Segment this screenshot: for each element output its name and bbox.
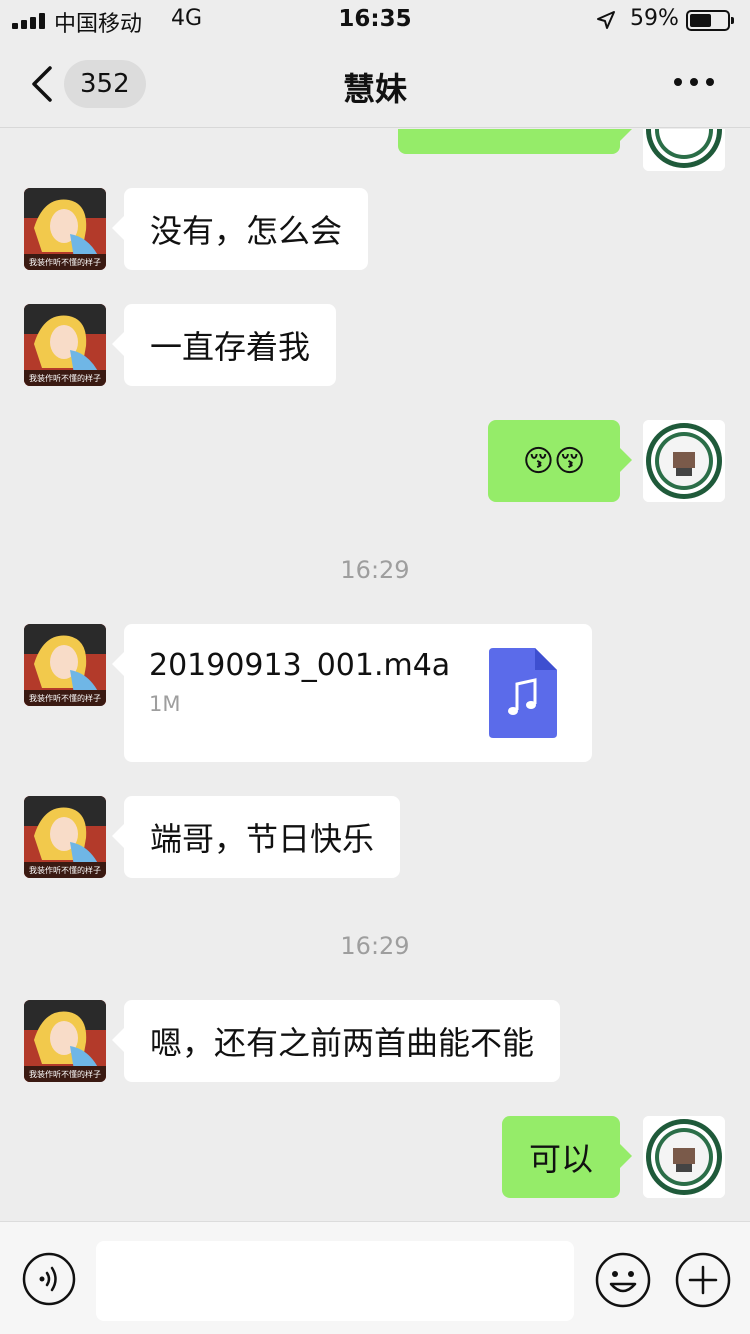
own-avatar[interactable] [643, 1116, 725, 1198]
own-avatar[interactable] [643, 129, 725, 171]
contact-avatar[interactable]: 我装作听不懂的样子 [24, 796, 106, 878]
contact-avatar[interactable]: 我装作听不懂的样子 [24, 1000, 106, 1082]
chat-header: 352 慧妹 [0, 40, 750, 128]
message-emoji-text: 😚😚 [522, 443, 586, 479]
avatar-caption: 我装作听不懂的样子 [29, 693, 101, 703]
emoji-icon[interactable] [595, 1252, 651, 1308]
file-name: 20190913_001.m4a [149, 648, 451, 683]
incoming-message-bubble[interactable]: 嗯，还有之前两首曲能不能 [111, 1000, 561, 1082]
chat-input-bar [0, 1221, 750, 1334]
location-arrow-icon [597, 11, 615, 29]
incoming-message-bubble[interactable]: 一直存着我 [111, 304, 337, 386]
contact-avatar[interactable]: 我装作听不懂的样子 [24, 624, 106, 706]
battery-percent: 59% [630, 6, 679, 31]
message-text: 没有，怎么会 [150, 212, 343, 250]
contact-avatar[interactable]: 我装作听不懂的样子 [24, 304, 106, 386]
audio-file-icon [489, 648, 557, 738]
avatar-caption: 我装作听不懂的样子 [29, 373, 101, 383]
message-text: 嗯，还有之前两首曲能不能 [150, 1024, 535, 1062]
outgoing-message-bubble[interactable]: 可以 [502, 1116, 632, 1198]
avatar-caption: 我装作听不懂的样子 [29, 257, 101, 267]
outgoing-message-bubble[interactable]: 😚😚 [488, 420, 632, 502]
file-message-card[interactable]: 20190913_001.m4a 1M [112, 624, 592, 762]
avatar-caption: 我装作听不懂的样子 [29, 865, 101, 875]
avatar-caption: 我装作听不懂的样子 [29, 1069, 101, 1079]
message-text: 端哥，节日快乐 [150, 820, 375, 858]
own-avatar[interactable] [643, 420, 725, 502]
chat-title: 慧妹 [342, 70, 407, 108]
voice-icon[interactable] [22, 1252, 76, 1306]
status-bar: 中国移动 4G 16:35 59% [0, 0, 750, 40]
message-timestamp: 16:29 [340, 932, 410, 960]
contact-avatar[interactable]: 我装作听不懂的样子 [24, 188, 106, 270]
incoming-message-bubble[interactable]: 端哥，节日快乐 [111, 796, 401, 878]
message-text: 可以 [528, 1140, 593, 1178]
message-list[interactable]: 我装作听不懂的样子 没有，怎么会 我装作听不懂的样子 一直存着我 😚😚 16:2… [0, 129, 750, 1221]
message-text: 一直存着我 [150, 328, 311, 366]
battery-icon [686, 10, 734, 31]
incoming-message-bubble[interactable]: 没有，怎么会 [111, 188, 369, 270]
message-timestamp: 16:29 [340, 556, 410, 584]
more-options-icon[interactable] [674, 78, 714, 88]
partial-outgoing-bubble[interactable] [398, 129, 632, 154]
plus-icon[interactable] [675, 1252, 731, 1308]
file-size: 1M [149, 692, 181, 716]
message-input[interactable] [96, 1241, 574, 1321]
